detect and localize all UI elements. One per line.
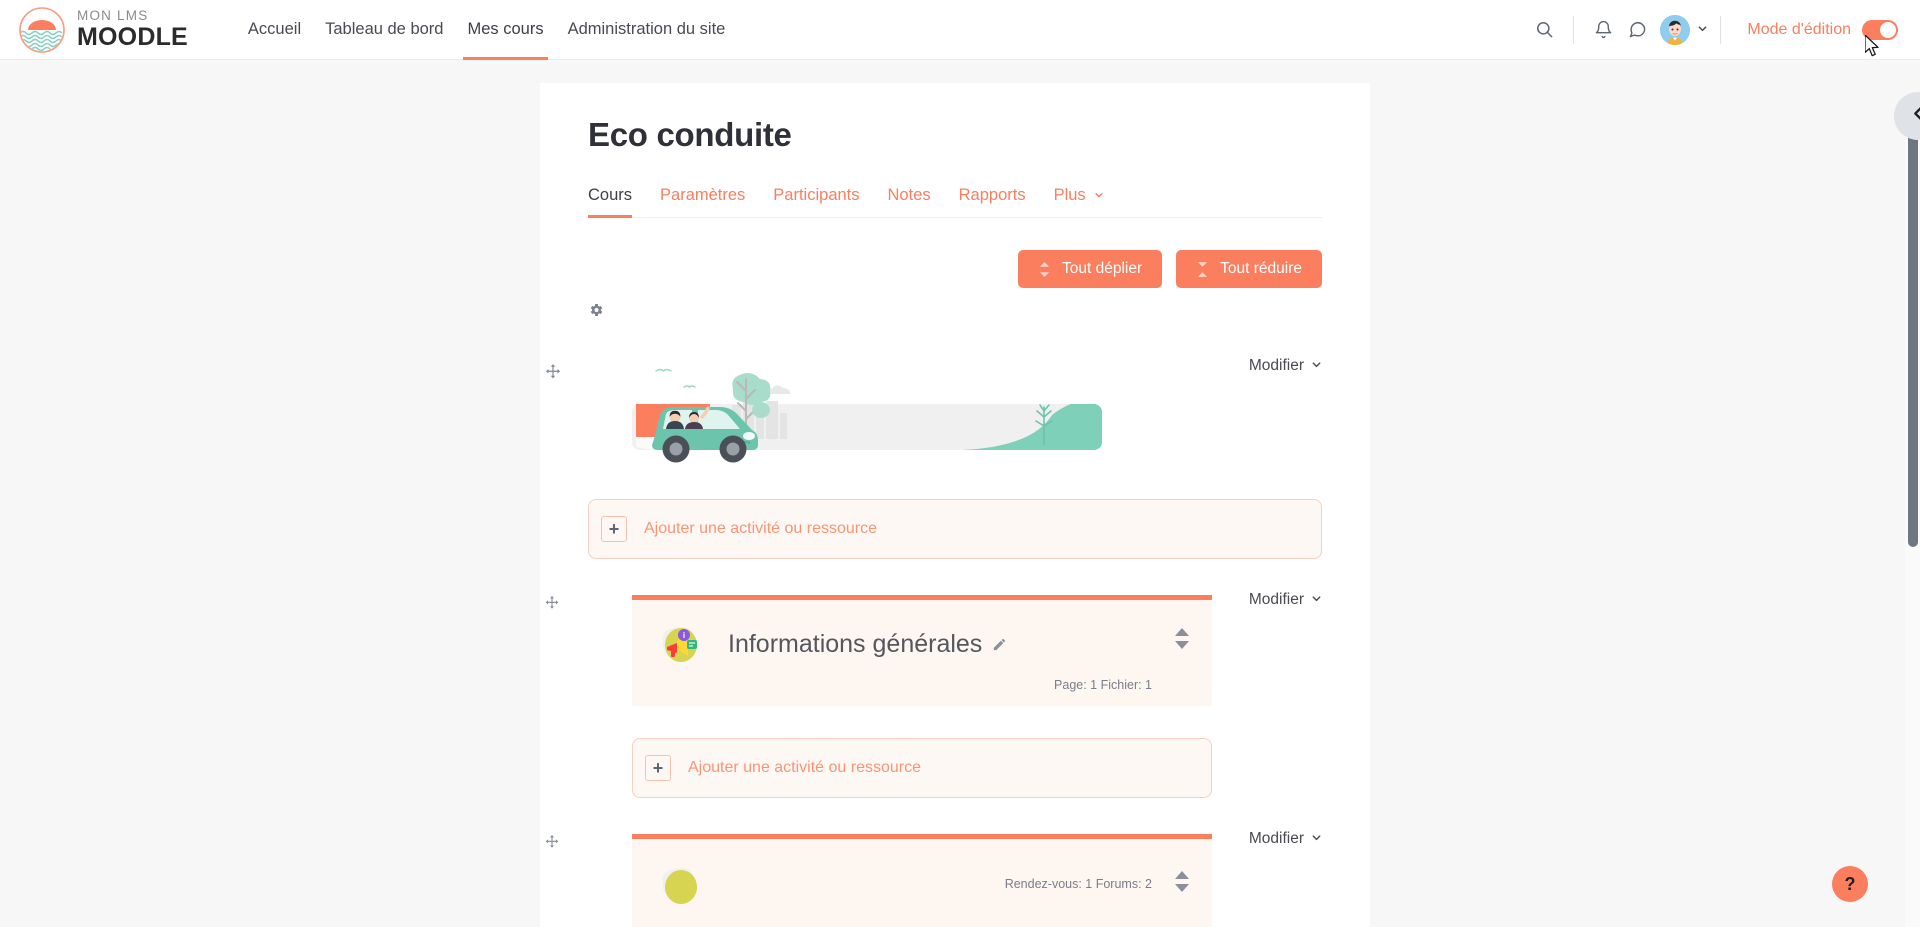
tab-participants-label: Participants: [773, 186, 860, 204]
course-tabs: Cours Paramètres Participants Notes Rapp…: [588, 176, 1322, 218]
megaphone-announcement-icon: i: [654, 618, 706, 670]
tab-plus-label: Plus: [1053, 186, 1086, 204]
page-scrollbar-thumb[interactable]: [1908, 122, 1918, 547]
tab-rapports-label: Rapports: [958, 186, 1026, 204]
page-scrollbar-track[interactable]: [1905, 120, 1920, 927]
tab-participants[interactable]: Participants: [759, 186, 873, 217]
search-icon[interactable]: [1527, 13, 1561, 47]
avatar[interactable]: [1660, 14, 1691, 45]
section-card-rendezvous: Rendez-vous: 1 Forums: 2: [632, 834, 1212, 927]
help-button[interactable]: ?: [1832, 866, 1868, 902]
section-informations-generales-edit-menu[interactable]: Modifier: [1249, 591, 1322, 609]
chevron-left-icon: [1909, 104, 1920, 129]
page-title: Eco conduite: [588, 116, 792, 153]
section-meta-informations-generales: Page: 1 Fichier: 1: [1054, 678, 1152, 692]
plus-icon[interactable]: +: [601, 516, 627, 542]
nav-link-mes-cours[interactable]: Mes cours: [455, 0, 555, 60]
tab-parametres-label: Paramètres: [660, 186, 746, 204]
section-title-text: Informations générales: [728, 629, 983, 658]
tab-cours-label: Cours: [588, 186, 633, 204]
course-summary-illustration: [632, 357, 1102, 467]
tab-notes[interactable]: Notes: [874, 186, 945, 217]
nav-link-accueil[interactable]: Accueil: [236, 0, 313, 60]
course-section-0: Modifier + Ajouter une activité ou resso…: [545, 357, 1322, 559]
section-edit-label: Modifier: [1248, 591, 1304, 608]
tab-rapports[interactable]: Rapports: [945, 186, 1040, 217]
nav-link-administration-du-site[interactable]: Administration du site: [556, 0, 738, 60]
top-navbar: MON LMS MOODLE Accueil Tableau de bord M…: [0, 0, 1920, 60]
user-menu[interactable]: [1660, 14, 1708, 45]
collapse-icon: [1196, 261, 1209, 277]
collapse-all-label: Tout réduire: [1220, 260, 1302, 277]
section-edit-label: Modifier: [1248, 830, 1304, 847]
help-button-label: ?: [1844, 873, 1856, 894]
brand-top-text: MON LMS: [77, 8, 149, 24]
calendar-forum-icon: [654, 857, 706, 909]
section-title-informations-generales[interactable]: Informations générales: [728, 630, 1007, 659]
tab-cours[interactable]: Cours: [588, 186, 646, 218]
section-rendezvous-edit-menu[interactable]: Modifier: [1249, 830, 1322, 848]
section-header: i Informations générales: [654, 618, 1182, 670]
expand-all-button[interactable]: Tout déplier: [1018, 250, 1163, 288]
edit-mode-toggle[interactable]: [1862, 19, 1898, 40]
add-activity-label-1: Ajouter une activité ou ressource: [688, 759, 922, 776]
page-body: Eco conduite Cours Paramètres Participan…: [0, 60, 1920, 927]
section-card-informations-generales: i Informations générales Page: 1 Fichier…: [632, 595, 1212, 706]
navbar-right-group: Mode d'édition: [1527, 0, 1920, 60]
course-section-rendezvous: Modifier Rendez-vous: 1 Forums: 2: [545, 830, 1322, 927]
primary-nav: Accueil Tableau de bord Mes cours Admini…: [236, 0, 737, 60]
add-activity-box-1[interactable]: + Ajouter une activité ou ressource: [632, 738, 1212, 798]
tab-plus[interactable]: Plus: [1040, 186, 1119, 217]
drag-handle-icon[interactable]: [544, 363, 562, 381]
expand-all-label: Tout déplier: [1062, 260, 1143, 277]
gear-icon[interactable]: [588, 302, 608, 322]
tab-notes-label: Notes: [887, 186, 931, 204]
chevron-down-icon[interactable]: [1697, 23, 1708, 37]
drawer-toggle-button[interactable]: [1894, 92, 1920, 140]
add-activity-label-0: Ajouter une activité ou ressource: [644, 520, 878, 537]
edit-mode-label: Mode d'édition: [1747, 20, 1851, 38]
expand-icon: [1038, 261, 1051, 277]
chevron-down-icon: [1311, 357, 1322, 375]
drag-handle-icon[interactable]: [544, 595, 562, 613]
collapse-all-button[interactable]: Tout réduire: [1176, 250, 1322, 288]
pencil-edit-icon[interactable]: [992, 637, 1007, 652]
drag-handle-icon[interactable]: [544, 834, 562, 852]
bell-icon[interactable]: [1586, 13, 1620, 47]
message-icon[interactable]: [1620, 13, 1654, 47]
site-logo-link[interactable]: MON LMS MOODLE: [18, 6, 188, 54]
section-0-edit-label: Modifier: [1248, 357, 1304, 374]
course-content-card: Eco conduite Cours Paramètres Participan…: [540, 83, 1370, 927]
chevron-down-icon: [1311, 830, 1322, 848]
add-activity-box-0[interactable]: + Ajouter une activité ou ressource: [588, 499, 1322, 559]
edit-mode-switch[interactable]: Mode d'édition: [1747, 19, 1898, 40]
navbar-divider-1: [1573, 15, 1575, 44]
section-sort-arrows[interactable]: [1174, 628, 1190, 649]
moodle-sun-wave-logo-icon: [18, 6, 66, 54]
chevron-down-icon: [1311, 591, 1322, 609]
course-section-informations-generales: Modifier i Informations générales Page: …: [545, 591, 1322, 798]
navbar-divider-2: [1720, 15, 1722, 44]
brand-bottom-text: MOODLE: [77, 22, 188, 51]
plus-icon[interactable]: +: [645, 755, 671, 781]
svg-text:i: i: [683, 631, 685, 640]
expand-collapse-buttons: Tout déplier Tout réduire: [588, 250, 1322, 288]
section-meta-rendezvous: Rendez-vous: 1 Forums: 2: [1004, 877, 1152, 891]
chevron-down-icon: [1094, 191, 1104, 203]
brand-text: MON LMS MOODLE: [77, 9, 188, 50]
course-settings-row: [588, 302, 1322, 323]
nav-link-tableau-de-bord[interactable]: Tableau de bord: [313, 0, 455, 60]
section-sort-arrows[interactable]: [1174, 871, 1190, 892]
tab-parametres[interactable]: Paramètres: [646, 186, 759, 217]
section-0-edit-menu[interactable]: Modifier: [1249, 357, 1322, 375]
